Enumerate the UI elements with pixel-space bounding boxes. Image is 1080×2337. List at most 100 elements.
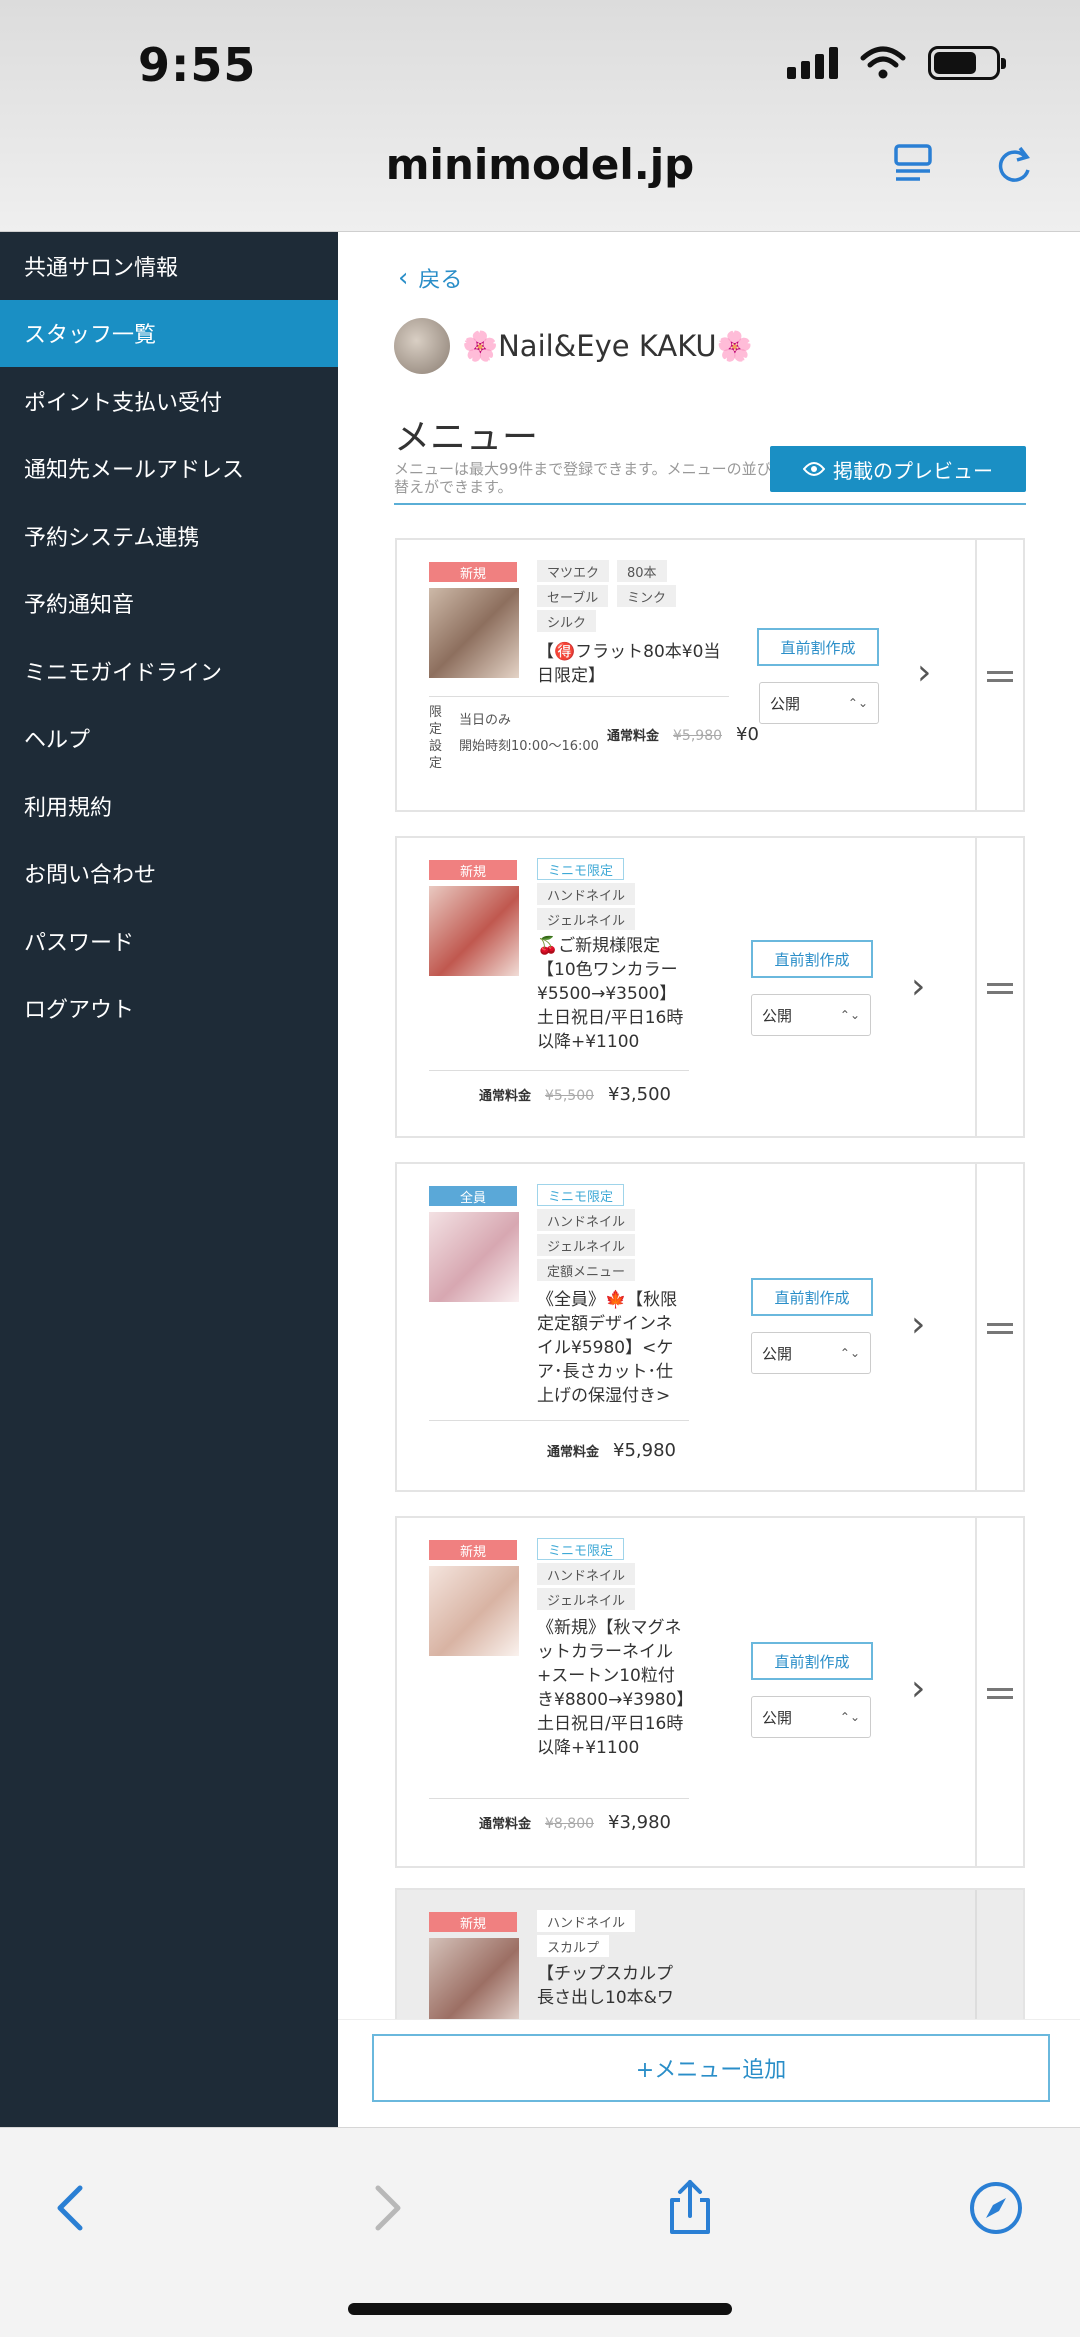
title-rule	[394, 503, 1026, 505]
sidebar-item-guidelines[interactable]: ミニモガイドライン	[0, 637, 338, 705]
select-arrows-icon: ⌃⌄	[847, 696, 868, 710]
new-price: ¥5,980	[613, 1440, 676, 1461]
visibility-value: 公開	[770, 694, 801, 713]
menu-photo	[429, 1212, 519, 1302]
chevron-right-icon[interactable]: ›	[911, 1304, 925, 1345]
back-arrow-icon[interactable]	[42, 2178, 102, 2238]
back-link[interactable]: ‹ 戻る	[398, 262, 462, 294]
tag-minimo-limited: ミニモ限定	[537, 858, 625, 880]
sidebar-item-staff-list[interactable]: スタッフ一覧	[0, 299, 338, 367]
price-row: 通常料金 ¥5,980 ¥0	[607, 724, 759, 745]
divider	[429, 1070, 689, 1071]
price-label: 通常料金	[607, 729, 660, 744]
preview-button[interactable]: 掲載のプレビュー	[770, 446, 1026, 492]
divider	[429, 696, 729, 697]
salon-name: 🌸Nail&Eye KAKU🌸	[462, 328, 753, 363]
price-row: 通常料金 ¥5,500 ¥3,500	[479, 1084, 671, 1105]
visibility-select[interactable]: 公開 ⌃⌄	[751, 1696, 871, 1738]
sidebar-item-booking-sound[interactable]: 予約通知音	[0, 570, 338, 638]
reader-icon[interactable]	[890, 140, 938, 188]
sidebar-item-salon-info[interactable]: 共通サロン情報	[0, 232, 338, 300]
visibility-select[interactable]: 公開 ⌃⌄	[751, 1332, 871, 1374]
tag-new: 新規	[429, 562, 517, 582]
old-price: ¥8,800	[545, 1816, 595, 1832]
sidebar-item-help[interactable]: ヘルプ	[0, 705, 338, 773]
tag: ジェルネイル	[537, 908, 636, 930]
compass-icon[interactable]	[966, 2178, 1026, 2238]
price-row: 通常料金 ¥8,800 ¥3,980	[479, 1812, 671, 1833]
tag: スカルプ	[537, 1935, 610, 1957]
last-minute-discount-button[interactable]: 直前割作成	[751, 940, 873, 978]
tag: 定額メニュー	[537, 1259, 636, 1281]
signal-icon	[787, 47, 838, 79]
limited-time: 開始時刻10:00〜16:00	[459, 739, 599, 754]
drag-handle-icon[interactable]	[987, 1323, 1013, 1339]
price-row: 通常料金 ¥5,980	[547, 1440, 676, 1461]
chevron-right-icon[interactable]: ›	[911, 966, 925, 1007]
limited-label: 限定設定	[429, 705, 443, 771]
drag-handle-icon[interactable]	[987, 671, 1013, 687]
menu-card[interactable]: 全員 ミニモ限定 ハンドネイル ジェルネイル 定額メニュー 《全員》🍁【秋限定定…	[395, 1162, 1025, 1492]
visibility-value: 公開	[762, 1708, 793, 1727]
sidebar-item-booking-system[interactable]: 予約システム連携	[0, 502, 338, 570]
visibility-value: 公開	[762, 1344, 793, 1363]
divider	[429, 1420, 689, 1421]
share-icon[interactable]	[660, 2178, 720, 2238]
new-price: ¥3,500	[608, 1084, 671, 1105]
menu-card[interactable]: 新規 ミニモ限定 ハンドネイル ジェルネイル 🍒ご新規様限定【10色ワンカラー¥…	[395, 836, 1025, 1138]
price-label: 通常料金	[479, 1817, 532, 1832]
drag-handle-icon[interactable]	[987, 1688, 1013, 1704]
tag-minimo-limited: ミニモ限定	[537, 1538, 625, 1560]
new-price: ¥3,980	[608, 1812, 671, 1833]
browser-header: 9:55 minimodel.jp	[0, 0, 1080, 232]
last-minute-discount-button[interactable]: 直前割作成	[751, 1278, 873, 1316]
status-time: 9:55	[138, 38, 257, 92]
menu-photo	[429, 1938, 519, 2028]
eye-icon	[803, 462, 825, 476]
menu-card[interactable]: 新規 ミニモ限定 ハンドネイル ジェルネイル 《新規》【秋マグネットカラーネイル…	[395, 1516, 1025, 1868]
sidebar-item-terms[interactable]: 利用規約	[0, 772, 338, 840]
tag: セーブル	[537, 585, 609, 607]
menu-description: 《全員》🍁【秋限定定額デザインネイル¥5980】<ケア･長さカット･仕上げの保湿…	[537, 1290, 678, 1406]
card-divider	[975, 1518, 977, 1866]
visibility-select[interactable]: 公開 ⌃⌄	[759, 682, 879, 724]
sidebar-item-contact[interactable]: お問い合わせ	[0, 840, 338, 908]
sidebar-item-notification-email[interactable]: 通知先メールアドレス	[0, 435, 338, 503]
menu-description: 【🉐フラット80本¥0当日限定】	[537, 642, 721, 686]
visibility-select[interactable]: 公開 ⌃⌄	[751, 994, 871, 1036]
sidebar-item-point-payment[interactable]: ポイント支払い受付	[0, 367, 338, 435]
price-label: 通常料金	[547, 1445, 600, 1460]
chevron-right-icon[interactable]: ›	[911, 1668, 925, 1709]
last-minute-discount-button[interactable]: 直前割作成	[757, 628, 879, 666]
card-divider	[975, 540, 977, 810]
limited-day: 当日のみ	[459, 713, 512, 728]
drag-handle-icon[interactable]	[987, 983, 1013, 999]
menu-card[interactable]: 新規 マツエク 80本 セーブル ミンク シルク 【🉐フラット80本¥0当日限定…	[395, 538, 1025, 812]
forward-arrow-icon[interactable]	[356, 2178, 416, 2238]
add-menu-button[interactable]: +メニュー追加	[372, 2034, 1050, 2102]
tag: シルク	[537, 610, 597, 632]
card-divider	[975, 1164, 977, 1490]
tag: ハンドネイル	[537, 883, 636, 905]
select-arrows-icon: ⌃⌄	[839, 1710, 860, 1724]
old-price: ¥5,500	[545, 1088, 595, 1104]
sidebar-item-logout[interactable]: ログアウト	[0, 975, 338, 1043]
menu-description: 【チップスカルプ長さ出し10本&ワ	[537, 1964, 674, 2008]
tag: ハンドネイル	[537, 1209, 636, 1231]
sidebar-item-password[interactable]: パスワード	[0, 907, 338, 975]
salon-header: 🌸Nail&Eye KAKU🌸	[394, 318, 753, 374]
wifi-icon	[860, 46, 906, 79]
card-divider	[975, 838, 977, 1136]
tag-new: 新規	[429, 1912, 517, 1932]
reload-icon[interactable]	[990, 140, 1038, 188]
menu-photo	[429, 588, 519, 678]
tag: マツエク	[537, 560, 610, 582]
divider	[429, 1798, 689, 1799]
select-arrows-icon: ⌃⌄	[839, 1008, 860, 1022]
menu-description: 🍒ご新規様限定【10色ワンカラー¥5500→¥3500】土日祝日/平日16時以降…	[537, 936, 684, 1052]
last-minute-discount-button[interactable]: 直前割作成	[751, 1642, 873, 1680]
tag: ジェルネイル	[537, 1588, 636, 1610]
tag-new: 新規	[429, 1540, 517, 1560]
visibility-value: 公開	[762, 1006, 793, 1025]
chevron-right-icon[interactable]: ›	[917, 652, 931, 693]
